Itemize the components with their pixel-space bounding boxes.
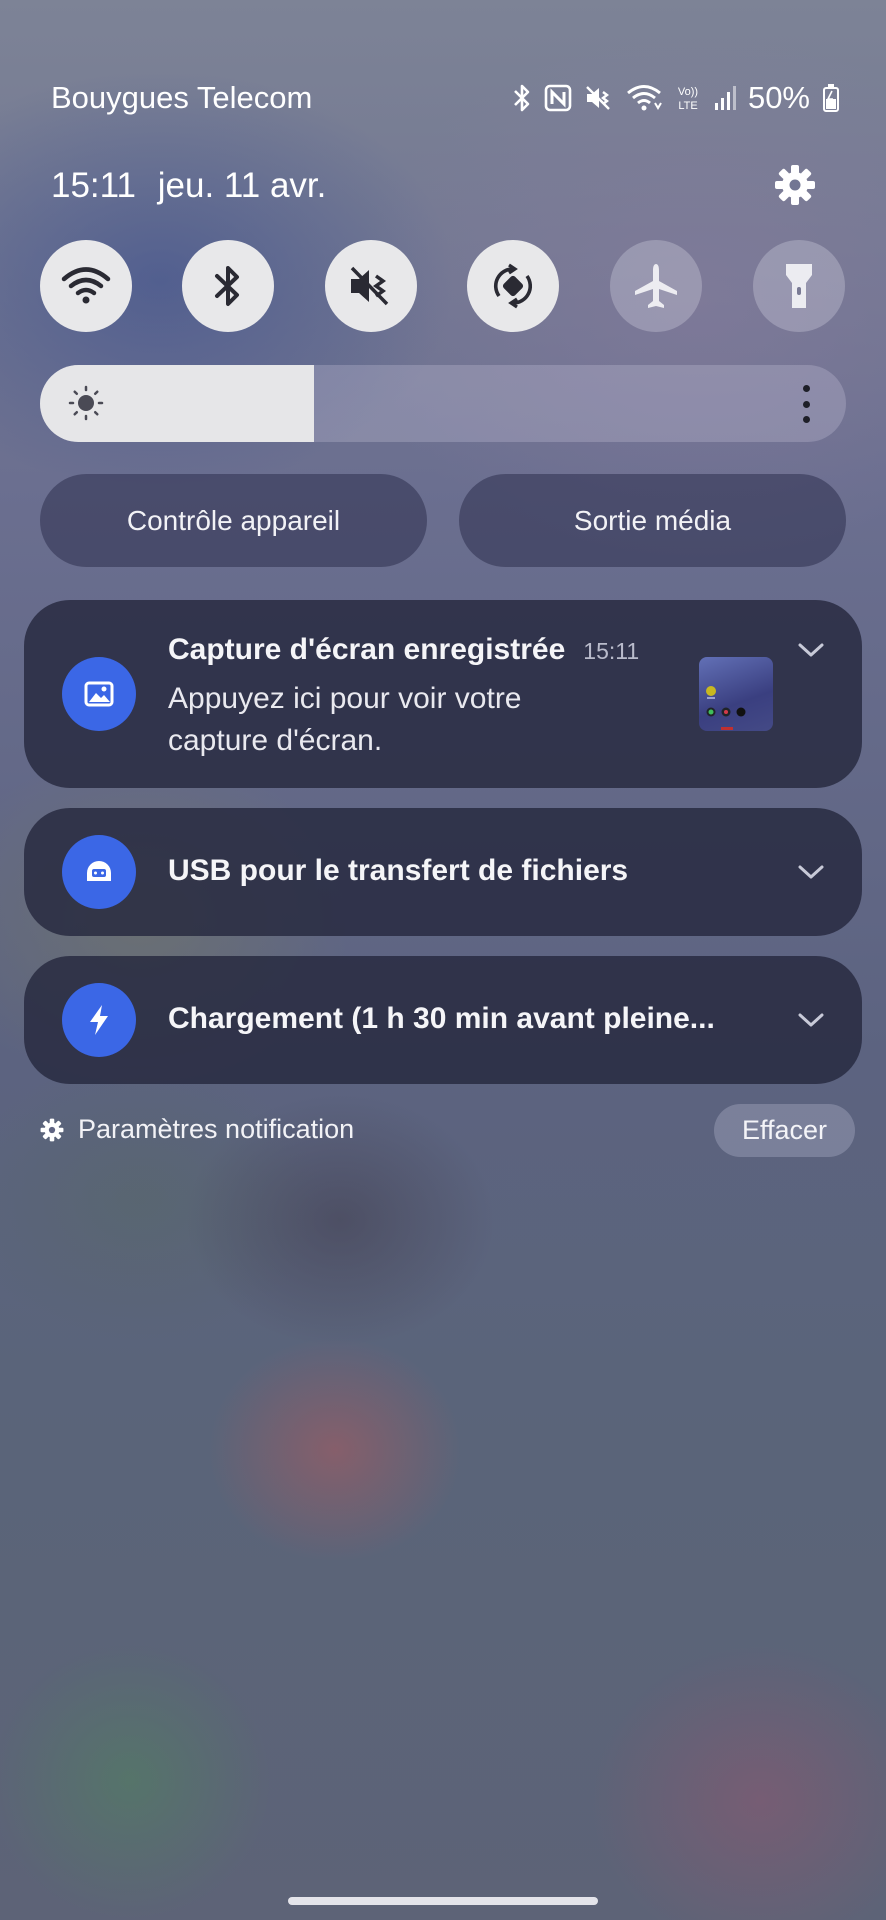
nfc-icon <box>544 84 572 112</box>
auto-rotate-toggle[interactable] <box>467 240 559 332</box>
vibrate-mute-icon <box>350 266 389 306</box>
status-icons: Vo)) LTE 50% <box>512 76 840 120</box>
gear-icon <box>775 165 815 205</box>
bluetooth-icon <box>215 266 239 306</box>
clear-button[interactable]: Effacer <box>714 1104 855 1157</box>
brightness-icon <box>68 385 104 421</box>
chevron-down-icon[interactable] <box>796 1010 826 1030</box>
clock: 15:11 <box>51 166 136 205</box>
date: jeu. 11 avr. <box>157 166 327 205</box>
battery-charging-icon <box>822 83 840 113</box>
flashlight-toggle[interactable] <box>753 240 845 332</box>
airplane-toggle[interactable] <box>610 240 702 332</box>
more-options-icon[interactable] <box>800 385 812 423</box>
status-bar: Bouygues Telecom Vo)) LTE 50% <box>0 76 886 120</box>
volte-icon: Vo)) LTE <box>674 83 702 113</box>
notification-title: Capture d'écran enregistrée 15:11 <box>168 633 639 667</box>
notification-app-icon <box>62 983 136 1057</box>
notification-screenshot[interactable]: Capture d'écran enregistrée 15:11 Appuyez… <box>24 600 862 788</box>
notification-charging[interactable]: Chargement (1 h 30 min avant pleine... <box>24 956 862 1084</box>
signal-icon <box>714 85 736 111</box>
sound-toggle[interactable] <box>325 240 417 332</box>
notification-app-icon <box>62 657 136 731</box>
notification-title: Chargement (1 h 30 min avant pleine... <box>168 1002 715 1035</box>
notification-body: Appuyez ici pour voir votre capture d'éc… <box>168 678 522 762</box>
svg-text:Vo)): Vo)) <box>678 86 698 98</box>
battery-percentage: 50% <box>747 80 810 115</box>
gear-icon <box>40 1118 64 1141</box>
wifi-toggle[interactable] <box>40 240 132 332</box>
notification-body-line: capture d'écran. <box>168 724 383 757</box>
notification-title-text: Capture d'écran enregistrée <box>168 633 566 666</box>
screenshot-thumbnail[interactable] <box>699 657 773 731</box>
device-control-button[interactable]: Contrôle appareil <box>40 474 427 567</box>
wifi-icon <box>61 267 111 304</box>
usb-icon <box>87 861 111 881</box>
image-icon <box>84 681 114 707</box>
wifi-icon <box>626 84 662 112</box>
svg-text:LTE: LTE <box>678 100 697 112</box>
notification-body-line: Appuyez ici pour voir votre <box>168 682 522 715</box>
flashlight-icon <box>786 264 812 308</box>
notification-settings-link[interactable]: Paramètres notification <box>40 1114 354 1145</box>
bluetooth-toggle[interactable] <box>182 240 274 332</box>
chevron-down-icon[interactable] <box>796 862 826 882</box>
media-output-button[interactable]: Sortie média <box>459 474 846 567</box>
notification-title: USB pour le transfert de fichiers <box>168 854 629 887</box>
carrier-name: Bouygues Telecom <box>51 80 313 115</box>
notification-app-icon <box>62 835 136 909</box>
brightness-slider[interactable] <box>40 365 846 442</box>
notification-usb[interactable]: USB pour le transfert de fichiers <box>24 808 862 936</box>
settings-button[interactable] <box>772 162 818 208</box>
rotate-icon <box>493 263 533 309</box>
quick-toggles <box>0 240 886 332</box>
date-time: 15:11 jeu. 11 avr. <box>51 166 326 206</box>
airplane-icon <box>635 264 677 308</box>
bolt-icon <box>90 1005 108 1035</box>
notification-time: 15:11 <box>583 638 640 664</box>
home-indicator[interactable] <box>288 1897 598 1905</box>
chevron-down-icon[interactable] <box>796 640 826 660</box>
vibrate-mute-icon <box>584 84 614 112</box>
bluetooth-icon <box>512 83 532 113</box>
notification-settings-label: Paramètres notification <box>78 1114 355 1144</box>
